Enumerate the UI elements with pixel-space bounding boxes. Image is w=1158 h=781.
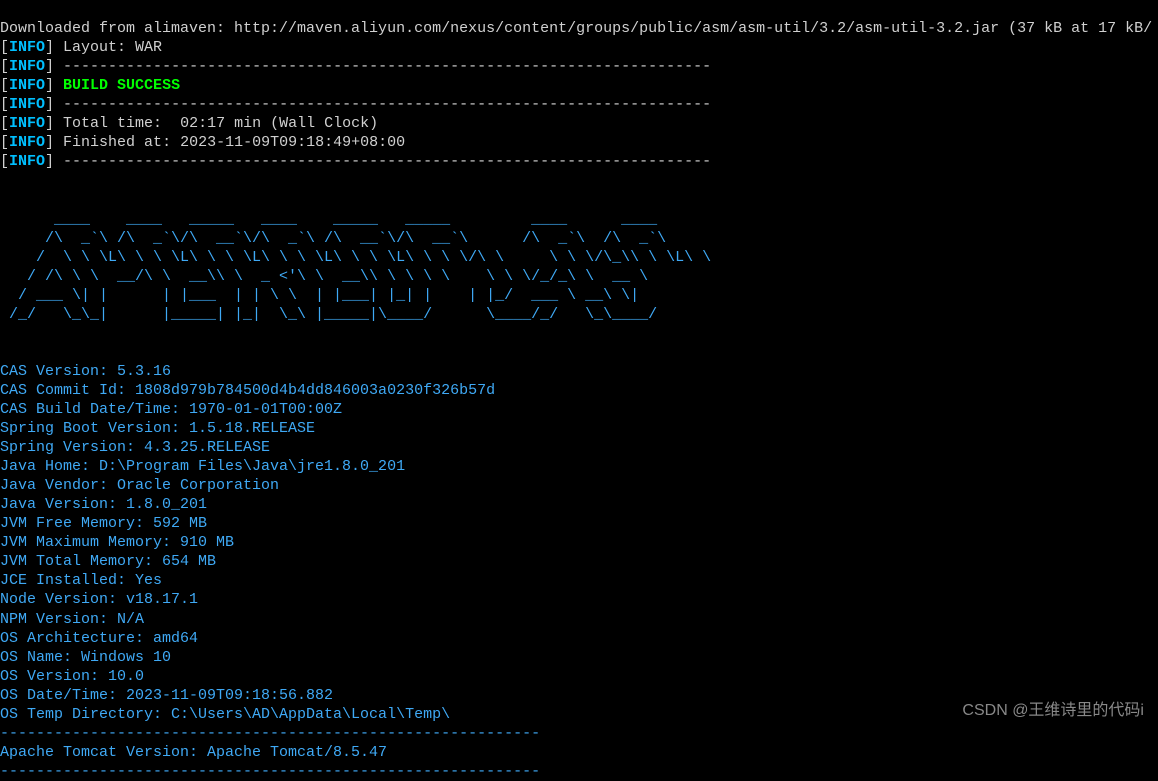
download-line: Downloaded from alimaven: http://maven.a…	[0, 20, 1152, 37]
node-version-line: Node Version: v18.17.1	[0, 591, 198, 608]
cas-divider-line: ----------------------------------------…	[0, 763, 540, 780]
ascii-art-logo: ____ ____ _____ ____ _____ _____ ____ __…	[0, 211, 711, 323]
bracket: [	[0, 153, 9, 170]
jvm-free-line: JVM Free Memory: 592 MB	[0, 515, 207, 532]
cas-commit-line: CAS Commit Id: 1808d979b784500d4b4dd8460…	[0, 382, 495, 399]
java-version-line: Java Version: 1.8.0_201	[0, 496, 207, 513]
bracket: [	[0, 58, 9, 75]
bracket-close: ]	[45, 58, 63, 75]
tomcat-line: Apache Tomcat Version: Apache Tomcat/8.5…	[0, 744, 387, 761]
info-tag: INFO	[9, 115, 45, 132]
info-tag: INFO	[9, 39, 45, 56]
os-version-line: OS Version: 10.0	[0, 668, 144, 685]
finished-at-text: Finished at: 2023-11-09T09:18:49+08:00	[63, 134, 405, 151]
os-arch-line: OS Architecture: amd64	[0, 630, 198, 647]
bracket: [	[0, 77, 9, 94]
info-tag: INFO	[9, 58, 45, 75]
bracket-close: ]	[45, 134, 63, 151]
cas-divider-line: ----------------------------------------…	[0, 725, 540, 742]
bracket: [	[0, 134, 9, 151]
bracket-close: ]	[45, 39, 63, 56]
cas-build-date-line: CAS Build Date/Time: 1970-01-01T00:00Z	[0, 401, 342, 418]
os-temp-line: OS Temp Directory: C:\Users\AD\AppData\L…	[0, 706, 450, 723]
java-home-line: Java Home: D:\Program Files\Java\jre1.8.…	[0, 458, 405, 475]
spring-boot-line: Spring Boot Version: 1.5.18.RELEASE	[0, 420, 315, 437]
info-tag: INFO	[9, 153, 45, 170]
build-success-text: BUILD SUCCESS	[63, 77, 180, 94]
divider-line: ----------------------------------------…	[63, 153, 711, 170]
cas-version-line: CAS Version: 5.3.16	[0, 363, 171, 380]
terminal-output: Downloaded from alimaven: http://maven.a…	[0, 0, 1158, 781]
divider-line: ----------------------------------------…	[63, 58, 711, 75]
os-date-line: OS Date/Time: 2023-11-09T09:18:56.882	[0, 687, 333, 704]
npm-version-line: NPM Version: N/A	[0, 611, 144, 628]
jvm-total-line: JVM Total Memory: 654 MB	[0, 553, 216, 570]
total-time-text: Total time: 02:17 min (Wall Clock)	[63, 115, 378, 132]
info-tag: INFO	[9, 134, 45, 151]
info-tag: INFO	[9, 77, 45, 94]
bracket-close: ]	[45, 153, 63, 170]
bracket: [	[0, 115, 9, 132]
divider-line: ----------------------------------------…	[63, 96, 711, 113]
spring-version-line: Spring Version: 4.3.25.RELEASE	[0, 439, 270, 456]
bracket: [	[0, 39, 9, 56]
jce-line: JCE Installed: Yes	[0, 572, 162, 589]
java-vendor-line: Java Vendor: Oracle Corporation	[0, 477, 279, 494]
watermark-text: CSDN @王维诗里的代码i	[962, 701, 1144, 721]
os-name-line: OS Name: Windows 10	[0, 649, 171, 666]
info-tag: INFO	[9, 96, 45, 113]
jvm-max-line: JVM Maximum Memory: 910 MB	[0, 534, 234, 551]
bracket-close: ]	[45, 96, 63, 113]
bracket-close: ]	[45, 115, 63, 132]
bracket-close: ]	[45, 77, 63, 94]
layout-text: Layout: WAR	[63, 39, 162, 56]
bracket: [	[0, 96, 9, 113]
